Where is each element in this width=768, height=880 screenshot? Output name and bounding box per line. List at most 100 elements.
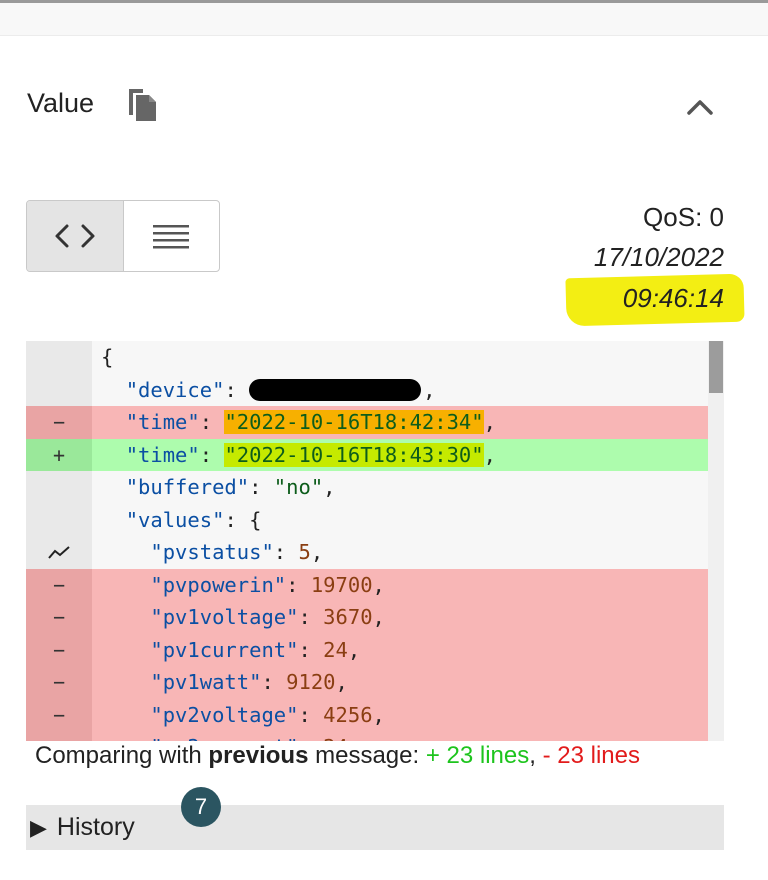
qos-label: QoS: bbox=[643, 202, 703, 232]
json-value: 4256 bbox=[323, 702, 373, 727]
json-punct: , bbox=[323, 475, 336, 500]
diff-gutter: − bbox=[26, 568, 92, 601]
diff-line: "device": , bbox=[26, 373, 724, 406]
removed-count: - 23 lines bbox=[542, 742, 640, 769]
history-toggle[interactable]: ▶ History bbox=[26, 805, 724, 850]
redacted-value bbox=[249, 378, 422, 401]
json-punct: , bbox=[372, 702, 385, 727]
copy-icon[interactable] bbox=[125, 87, 159, 123]
compare-suffix: message: bbox=[315, 742, 420, 769]
json-key: "pv2voltage" bbox=[150, 702, 299, 727]
json-value: 9120 bbox=[286, 670, 336, 695]
diff-gutter bbox=[26, 341, 92, 374]
json-punct: : bbox=[261, 670, 287, 695]
json-value: 24 bbox=[323, 637, 348, 662]
compare-comma: , bbox=[529, 742, 536, 769]
message-time: 09:46:14 bbox=[622, 283, 724, 313]
trend-icon bbox=[26, 536, 92, 569]
diff-code: "time": "2022-10-16T18:42:34", bbox=[92, 406, 724, 439]
message-meta: QoS: 0 17/10/2022 bbox=[594, 198, 724, 278]
json-key: "pvpowerin" bbox=[150, 572, 287, 597]
json-value: "no" bbox=[273, 475, 324, 500]
list-view-button[interactable] bbox=[124, 201, 220, 271]
diff-code: "buffered": "no", bbox=[92, 471, 724, 504]
json-punct: , bbox=[483, 442, 496, 467]
compare-summary: Comparing with previous message: + 23 li… bbox=[35, 742, 640, 770]
diff-line: "pvstatus": 5, bbox=[26, 536, 724, 569]
json-key: "time" bbox=[125, 442, 200, 467]
code-view-button[interactable] bbox=[27, 201, 124, 271]
json-key: "pv1watt" bbox=[150, 670, 262, 695]
json-punct: : bbox=[298, 735, 323, 741]
diff-line: − "pv1voltage": 3670, bbox=[26, 601, 724, 634]
diff-gutter bbox=[26, 471, 92, 504]
diff-line: − "pv1watt": 9120, bbox=[26, 666, 724, 699]
scrollbar-thumb[interactable] bbox=[709, 341, 723, 393]
json-punct: : bbox=[298, 605, 324, 630]
diff-line: − "pv1current": 24, bbox=[26, 633, 724, 667]
diff-code: "pvstatus": 5, bbox=[92, 536, 724, 569]
diff-gutter: − bbox=[26, 406, 92, 439]
diff-gutter: − bbox=[26, 698, 92, 731]
json-key: "device" bbox=[125, 377, 225, 402]
json-punct: , bbox=[310, 540, 324, 565]
json-punct: : bbox=[298, 702, 324, 727]
diff-code: "pv1voltage": 3670, bbox=[92, 601, 724, 634]
json-punct: , bbox=[423, 377, 436, 402]
qos: QoS: 0 bbox=[594, 198, 724, 236]
json-key: "time" bbox=[125, 410, 200, 435]
diff-code: "pvpowerin": 19700, bbox=[92, 569, 724, 602]
json-key: "pv1current" bbox=[150, 637, 299, 662]
json-punct: : bbox=[224, 507, 250, 532]
diff-gutter bbox=[26, 503, 92, 536]
json-value: { bbox=[249, 507, 262, 532]
diff-code: "pv1current": 24, bbox=[92, 634, 724, 667]
view-toggle bbox=[26, 200, 220, 272]
diff-gutter: − bbox=[26, 731, 92, 741]
qos-value: 0 bbox=[709, 202, 724, 232]
json-punct: , bbox=[483, 410, 496, 435]
json-value: 5 bbox=[298, 540, 311, 565]
json-punct: , bbox=[348, 735, 360, 741]
diff-line: − "time": "2022-10-16T18:42:34", bbox=[26, 406, 724, 439]
scrollbar[interactable] bbox=[708, 341, 724, 741]
diff-line: "values": { bbox=[26, 503, 724, 537]
diff-line: { bbox=[26, 341, 724, 374]
diff-code: "pv2current": 24, bbox=[92, 731, 724, 741]
diff-gutter bbox=[26, 373, 92, 406]
json-key: "buffered" bbox=[125, 475, 250, 500]
diff-line: + "time": "2022-10-16T18:43:30", bbox=[26, 438, 724, 471]
diff-gutter: − bbox=[26, 601, 92, 634]
json-value: "2022-10-16T18:42:34" bbox=[224, 410, 484, 435]
diff-lines: { "device": , − "time": "2022-10-16T18:42… bbox=[26, 341, 724, 741]
json-punct: , bbox=[347, 637, 361, 662]
diff-gutter: − bbox=[26, 633, 92, 666]
diff-line: "buffered": "no", bbox=[26, 471, 724, 504]
diff-code: { bbox=[92, 341, 724, 374]
json-punct: { bbox=[101, 345, 114, 370]
code-icon bbox=[55, 224, 95, 248]
triangle-right-icon: ▶ bbox=[30, 814, 47, 840]
diff-line: − "pv2current": 24, bbox=[26, 731, 724, 741]
json-punct: , bbox=[335, 670, 348, 695]
json-punct: : bbox=[298, 637, 324, 662]
compare-bold: previous bbox=[208, 742, 309, 769]
json-value: 24 bbox=[323, 735, 348, 741]
json-punct: : bbox=[273, 540, 299, 565]
json-punct: : bbox=[199, 442, 225, 467]
history-count-badge: 7 bbox=[181, 787, 221, 827]
chevron-up-icon[interactable] bbox=[683, 92, 717, 122]
diff-code: "pv1watt": 9120, bbox=[92, 666, 724, 699]
json-value: "2022-10-16T18:43:30" bbox=[224, 442, 484, 467]
diff-viewer[interactable]: { "device": , − "time": "2022-10-16T18:42… bbox=[26, 341, 724, 741]
section-title: Value bbox=[27, 88, 95, 118]
diff-code: "values": { bbox=[92, 504, 724, 537]
compare-prefix: Comparing with bbox=[35, 742, 202, 769]
